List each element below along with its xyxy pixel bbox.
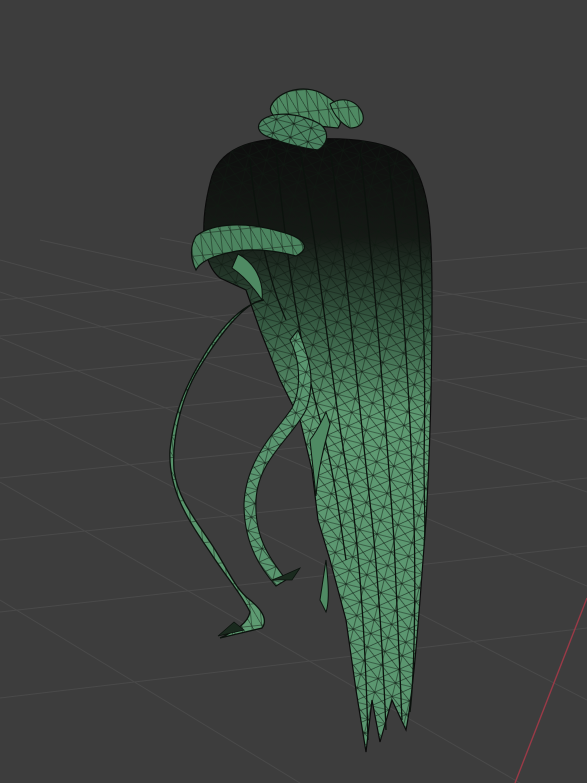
hair-mesh[interactable] xyxy=(169,88,433,753)
viewport-canvas[interactable] xyxy=(0,0,587,783)
3d-viewport[interactable] xyxy=(0,0,587,783)
x-axis-line xyxy=(514,597,587,783)
